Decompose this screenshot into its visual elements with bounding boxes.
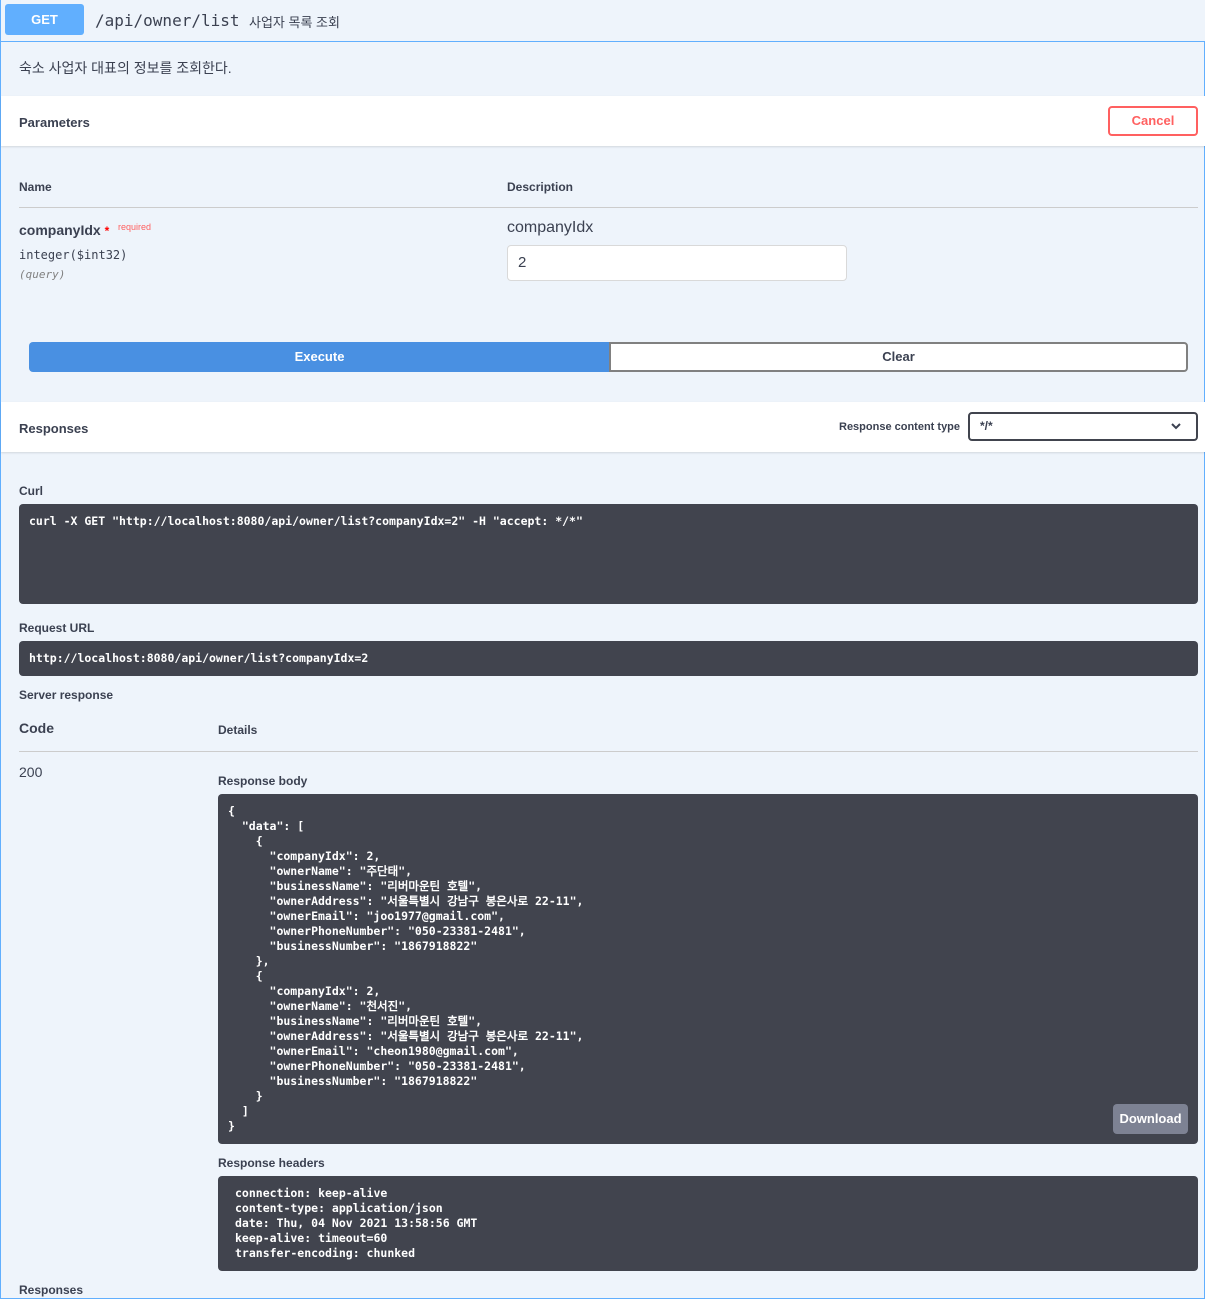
curl-command: curl -X GET "http://localhost:8080/api/o… — [19, 504, 1198, 604]
curl-label: Curl — [19, 484, 43, 498]
details-column-header: Details — [218, 723, 258, 737]
endpoint-path: /api/owner/list — [95, 11, 240, 30]
response-body-line: { — [228, 804, 235, 818]
response-content-type-label: Response content type — [839, 421, 961, 433]
response-body-line: "businessName": "리버마운틴 호텔", — [228, 879, 483, 893]
curl-text: curl -X GET "http://localhost:8080/api/o… — [29, 514, 583, 528]
response-body-line: "ownerAddress": "서울특별시 강남구 봉은사로 22-11", — [228, 894, 584, 908]
operation-block: GET /api/owner/list 사업자 목록 조회 숙소 사업자 대표의… — [0, 0, 1205, 1299]
operation-description: 숙소 사업자 대표의 정보를 조회한다. — [19, 60, 232, 76]
response-body-line: "companyIdx": 2, — [228, 849, 381, 863]
required-star: * — [104, 224, 110, 238]
response-body-line: }, — [228, 954, 270, 968]
response-body-line: "ownerEmail": "cheon1980@gmail.com", — [228, 1044, 519, 1058]
operation-summary[interactable]: GET /api/owner/list 사업자 목록 조회 — [1, 0, 1205, 42]
cancel-button[interactable]: Cancel — [1108, 106, 1198, 136]
response-body-line: ] — [228, 1104, 249, 1118]
response-content-type-select[interactable]: */* — [968, 412, 1198, 441]
companyidx-input[interactable]: 2 — [507, 245, 847, 281]
response-headers-label: Response headers — [218, 1156, 325, 1170]
response-header-divider — [19, 751, 1198, 752]
response-body-line: } — [228, 1089, 263, 1103]
response-body-line: "ownerName": "천서진", — [228, 999, 413, 1013]
response-body-line: "companyIdx": 2, — [228, 984, 381, 998]
response-body-line: "ownerPhoneNumber": "050-23381-2481", — [228, 1059, 526, 1073]
param-name-column-header: Name — [19, 180, 52, 194]
param-description-column-header: Description — [507, 180, 574, 194]
request-url-text: http://localhost:8080/api/owner/list?com… — [29, 651, 369, 665]
param-name: companyIdx * — [19, 222, 109, 238]
required-badge: required — [118, 222, 152, 232]
response-body-line: "businessNumber": "1867918822" — [228, 1074, 478, 1088]
response-body-line: "data": [ — [228, 819, 305, 833]
chevron-down-icon — [1170, 414, 1182, 446]
server-response-label: Server response — [19, 688, 114, 702]
response-body-label: Response body — [218, 774, 308, 788]
response-header-line: content-type: application/json — [235, 1201, 443, 1215]
param-description: companyIdx — [507, 219, 594, 236]
download-button[interactable]: Download — [1113, 1104, 1188, 1134]
response-header-line: connection: keep-alive — [235, 1186, 388, 1200]
response-body-line: "ownerAddress": "서울특별시 강남구 봉은사로 22-11", — [228, 1029, 584, 1043]
response-body-line: "businessName": "리버마운틴 호텔", — [228, 1014, 483, 1028]
http-method-badge: GET — [5, 4, 84, 35]
response-body-line: { — [228, 969, 263, 983]
response-body-line: "ownerName": "주단태", — [228, 864, 413, 878]
request-url-label: Request URL — [19, 621, 95, 635]
param-name-text: companyIdx — [19, 222, 101, 238]
response-content-type-value: */* — [980, 419, 993, 433]
response-headers: connection: keep-alive content-type: appl… — [218, 1176, 1198, 1271]
response-body: { "data": [ { "companyIdx": 2, "ownerNam… — [218, 794, 1198, 1144]
parameters-header: Parameters Cancel — [1, 96, 1205, 146]
response-header-line: transfer-encoding: chunked — [235, 1246, 416, 1260]
operation-summary-text: 사업자 목록 조회 — [249, 15, 340, 30]
response-header-line: date: Thu, 04 Nov 2021 13:58:56 GMT — [235, 1216, 478, 1230]
response-body-line: } — [228, 1119, 235, 1133]
response-body-line: "businessNumber": "1867918822" — [228, 939, 478, 953]
param-type: integer($int32) — [19, 248, 128, 262]
parameters-title: Parameters — [19, 115, 90, 130]
response-body-line: { — [228, 834, 263, 848]
clear-button[interactable]: Clear — [609, 342, 1188, 372]
execute-button[interactable]: Execute — [29, 342, 610, 372]
response-status-code: 200 — [19, 764, 43, 780]
responses-footer-title: Responses — [19, 1283, 84, 1297]
response-body-line: "ownerPhoneNumber": "050-23381-2481", — [228, 924, 526, 938]
response-header-line: keep-alive: timeout=60 — [235, 1231, 388, 1245]
response-body-line: "ownerEmail": "joo1977@gmail.com", — [228, 909, 505, 923]
responses-title: Responses — [19, 421, 89, 436]
request-url-block: http://localhost:8080/api/owner/list?com… — [19, 641, 1198, 676]
code-column-header: Code — [19, 720, 54, 736]
param-location: (query) — [19, 268, 66, 281]
param-header-divider — [19, 207, 1198, 208]
